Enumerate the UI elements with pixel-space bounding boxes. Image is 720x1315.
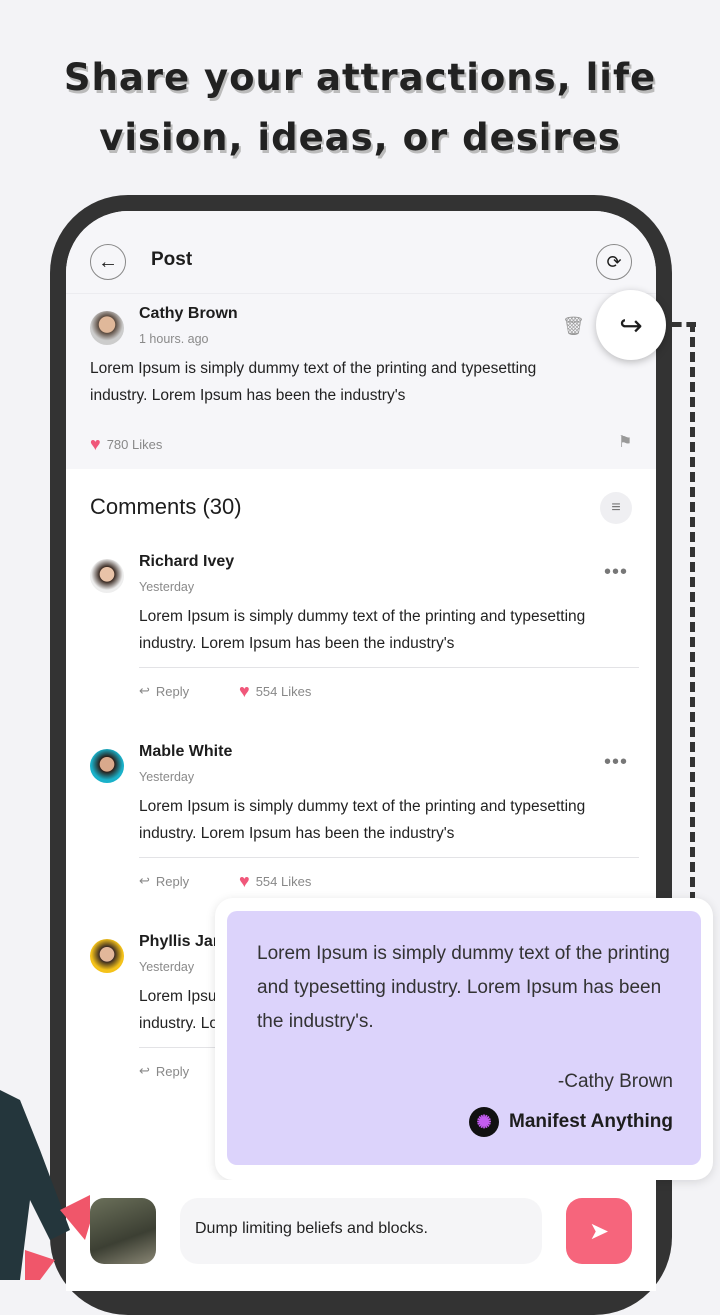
post-author: Cathy Brown bbox=[139, 305, 238, 322]
top-bar: ← Post ⟳ bbox=[66, 211, 656, 294]
comment-text: Lorem Ipsum is simply dummy text of the … bbox=[139, 798, 586, 842]
share-button[interactable]: ↪ bbox=[596, 290, 666, 360]
illustration-figure bbox=[0, 1090, 90, 1280]
headline: Share your attractions, life vision, ide… bbox=[0, 48, 720, 168]
avatar bbox=[90, 939, 124, 973]
divider bbox=[139, 667, 639, 668]
arrow-left-icon: ← bbox=[98, 250, 118, 273]
refresh-button[interactable]: ⟳ bbox=[596, 244, 632, 280]
manifest-logo-icon: ✺ bbox=[469, 1107, 500, 1137]
post-text: Lorem Ipsum is simply dummy text of the … bbox=[90, 360, 537, 404]
comment-time: Yesterday bbox=[139, 580, 195, 594]
reply-label: Reply bbox=[155, 873, 190, 889]
likes-count: 780 Likes bbox=[106, 437, 163, 452]
heart-icon: ♥ bbox=[239, 681, 250, 701]
page-title: Post bbox=[151, 249, 193, 270]
comments-heading: Comments (30) bbox=[90, 494, 242, 519]
refresh-icon: ⟳ bbox=[606, 251, 622, 272]
send-icon: ➤ bbox=[588, 1217, 610, 1245]
reply-icon: ↩ bbox=[139, 873, 150, 888]
headline-line-1: Share your attractions, life bbox=[63, 56, 657, 99]
reply-button[interactable]: ↩ Reply bbox=[139, 1063, 189, 1079]
reply-button[interactable]: ↩ Reply bbox=[139, 683, 189, 699]
trash-icon[interactable]: 🗑 bbox=[562, 316, 585, 337]
quote-card: Lorem Ipsum is simply dummy text of the … bbox=[215, 898, 713, 1180]
reply-button[interactable]: ↩ Reply bbox=[139, 873, 189, 889]
brand-name: Manifest Anything bbox=[509, 1111, 673, 1132]
comment-author: Richard Ivey bbox=[139, 553, 235, 570]
back-button[interactable]: ← bbox=[90, 244, 126, 280]
post-likes[interactable]: ♥ 780 Likes bbox=[90, 434, 162, 455]
comment-author: Phyllis Jan bbox=[139, 933, 223, 950]
reply-icon: ↩ bbox=[139, 1063, 150, 1078]
quote-author: -Cathy Brown bbox=[557, 1071, 673, 1092]
heart-icon: ♥ bbox=[90, 434, 101, 454]
quote-card-body: Lorem Ipsum is simply dummy text of the … bbox=[227, 911, 701, 1165]
reply-label: Reply bbox=[155, 1063, 190, 1079]
dashed-connector-vertical bbox=[690, 322, 698, 902]
comment-likes[interactable]: ♥ 554 Likes bbox=[239, 681, 311, 702]
filter-button[interactable]: ≡ bbox=[600, 492, 632, 524]
comment-time: Yesterday bbox=[139, 770, 195, 784]
heart-icon: ♥ bbox=[239, 871, 250, 891]
filter-icon: ≡ bbox=[611, 499, 621, 516]
quote-text: Lorem Ipsum is simply dummy text of the … bbox=[257, 943, 670, 1032]
avatar bbox=[90, 311, 124, 345]
post-time: 1 hours. ago bbox=[139, 332, 209, 346]
reply-label: Reply bbox=[155, 683, 190, 699]
likes-count: 554 Likes bbox=[255, 684, 312, 699]
more-options-icon[interactable]: ••• bbox=[604, 561, 628, 584]
comment-likes[interactable]: ♥ 554 Likes bbox=[239, 871, 311, 892]
comment-author: Mable White bbox=[139, 743, 233, 760]
send-button[interactable]: ➤ bbox=[566, 1198, 632, 1264]
divider bbox=[139, 857, 639, 858]
share-icon: ↪ bbox=[619, 309, 643, 341]
comment-text: Lorem Ipsum is simply dummy text of the … bbox=[139, 608, 586, 652]
brand: ✺ Manifest Anything bbox=[469, 1107, 673, 1137]
comment-input[interactable]: Dump limiting beliefs and blocks. bbox=[180, 1198, 542, 1264]
flag-icon[interactable]: ⚑ bbox=[618, 432, 632, 452]
likes-count: 554 Likes bbox=[255, 874, 312, 889]
avatar bbox=[90, 559, 124, 593]
more-options-icon[interactable]: ••• bbox=[604, 751, 628, 774]
avatar bbox=[90, 749, 124, 783]
reply-icon: ↩ bbox=[139, 683, 150, 698]
headline-line-2: vision, ideas, or desires bbox=[99, 116, 621, 159]
user-avatar bbox=[90, 1198, 156, 1264]
post-card: Cathy Brown 1 hours. ago 🗑 Lorem Ipsum i… bbox=[66, 294, 656, 469]
comment-time: Yesterday bbox=[139, 960, 195, 974]
